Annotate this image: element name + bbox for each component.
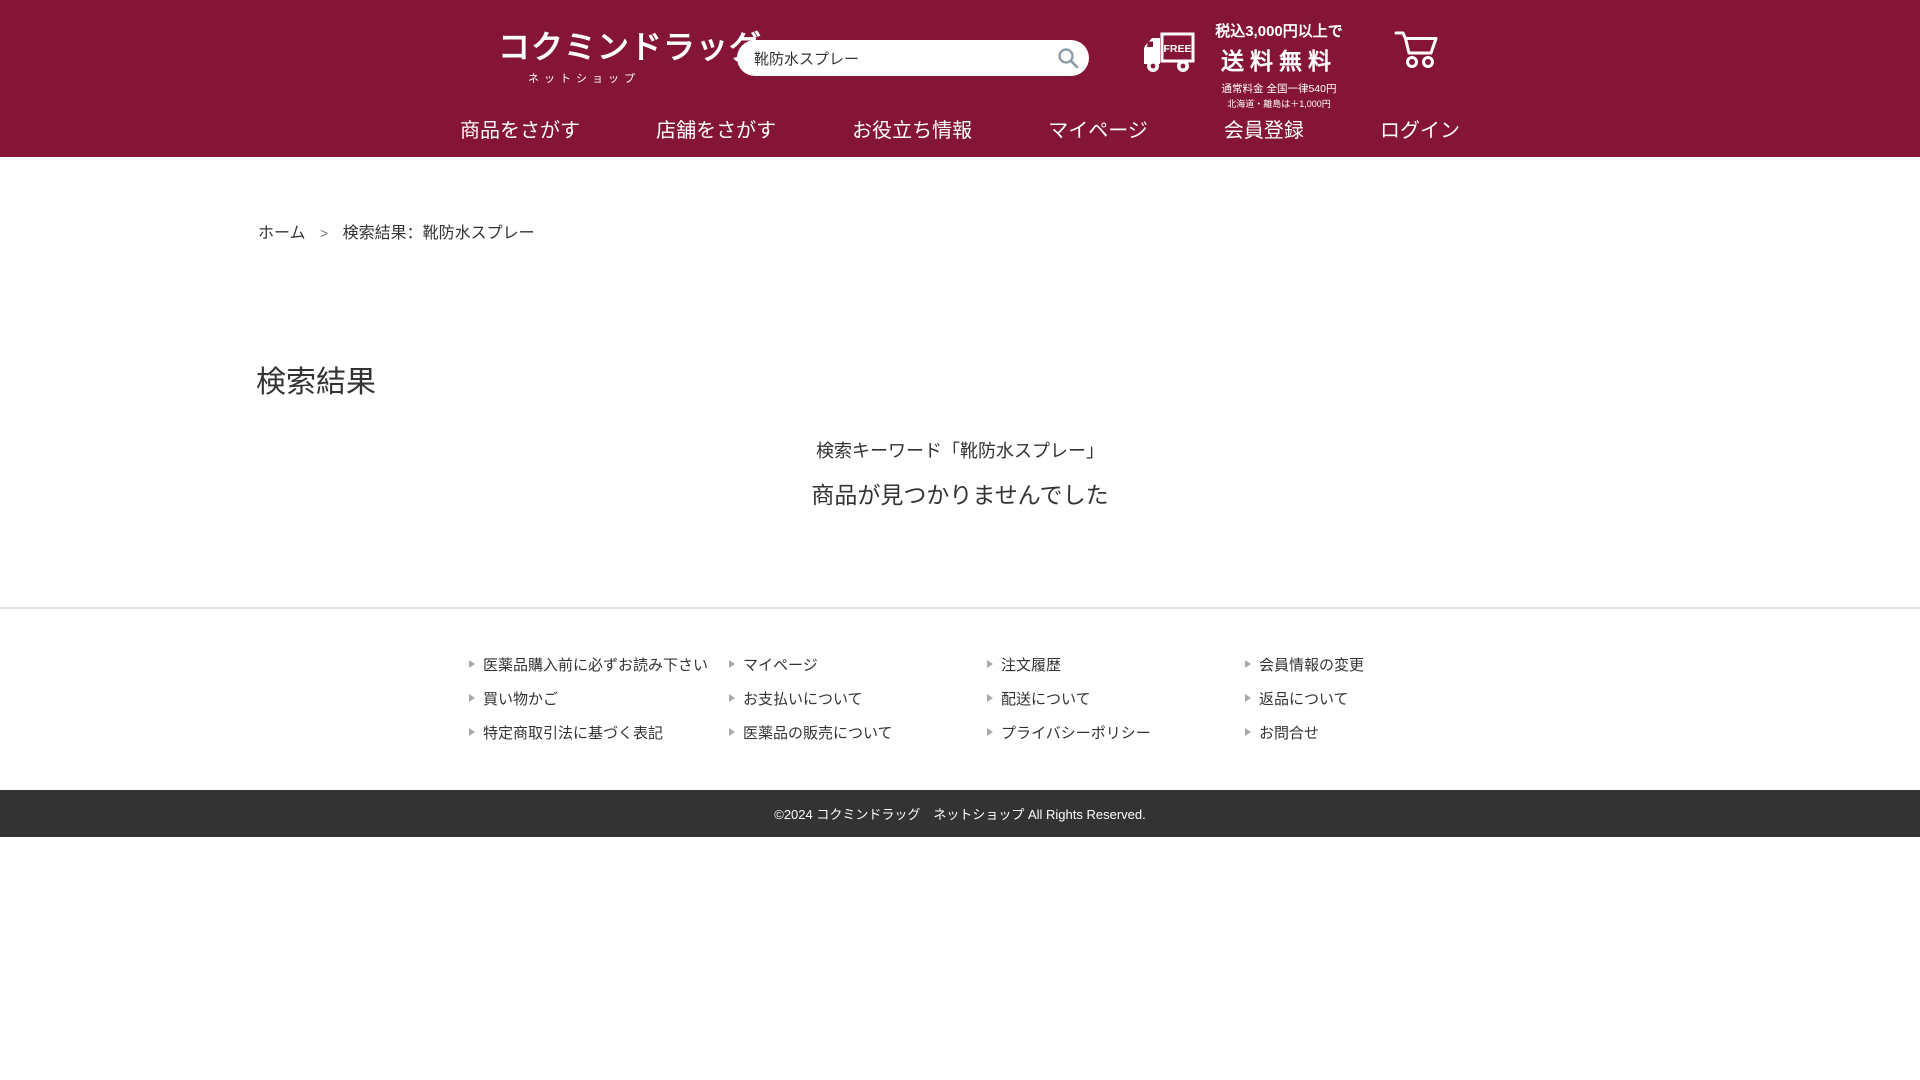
footer-link-delivery[interactable]: 配送について <box>987 688 1245 709</box>
breadcrumb-separator: > <box>320 225 328 241</box>
shipping-region-note: 北海道・離島は＋1,000円 <box>1204 97 1354 110</box>
cart-icon <box>1392 26 1440 72</box>
nav-item-login[interactable]: ログイン <box>1380 114 1460 143</box>
arrow-icon <box>987 660 993 668</box>
arrow-icon <box>729 728 735 736</box>
nav-item-products[interactable]: 商品をさがす <box>460 114 580 143</box>
search-icon <box>1056 46 1080 70</box>
arrow-icon <box>729 660 735 668</box>
logo-subtext: ネットショップ <box>498 70 670 86</box>
arrow-icon <box>1245 694 1251 702</box>
footer-link-label: 返品について <box>1259 688 1349 709</box>
shipping-promo: FREE 税込3,000円以上で 送料無料 通常料金 全国一律540円 北海道・… <box>1140 20 1354 110</box>
footer-link-label: マイページ <box>743 654 818 675</box>
footer-link-medicine-notice[interactable]: 医薬品購入前に必ずお読み下さい <box>469 654 729 675</box>
footer-link-mypage[interactable]: マイページ <box>729 654 987 675</box>
footer-link-shopping-cart[interactable]: 買い物かご <box>469 688 729 709</box>
nav-item-mypage[interactable]: マイページ <box>1048 114 1148 143</box>
shipping-fee-note: 通常料金 全国一律540円 <box>1204 81 1354 96</box>
arrow-icon <box>469 660 475 668</box>
arrow-icon <box>1245 660 1251 668</box>
nav-item-useful-info[interactable]: お役立ち情報 <box>852 114 972 143</box>
site-footer: 医薬品購入前に必ずお読み下さい マイページ 注文履歴 会員情報の変更 買い物かご… <box>0 607 1920 790</box>
breadcrumb-home-link[interactable]: ホーム <box>258 225 306 242</box>
footer-link-returns[interactable]: 返品について <box>1245 688 1485 709</box>
footer-link-label: 配送について <box>1001 688 1091 709</box>
site-logo[interactable]: コクミンドラッグ ネットショップ <box>498 22 670 86</box>
footer-link-label: 特定商取引法に基づく表記 <box>483 722 663 743</box>
footer-link-order-history[interactable]: 注文履歴 <box>987 654 1245 675</box>
footer-link-label: お問合せ <box>1259 722 1319 743</box>
search-keyword-text: 検索キーワード「靴防水スプレー」 <box>0 437 1920 463</box>
page-title: 検索結果 <box>256 357 376 401</box>
free-shipping-label: 送料無料 <box>1204 42 1354 76</box>
footer-links: 医薬品購入前に必ずお読み下さい マイページ 注文履歴 会員情報の変更 買い物かご… <box>469 647 1485 749</box>
main-nav: 商品をさがす 店舗をさがす お役立ち情報 マイページ 会員登録 ログイン <box>460 114 1460 143</box>
nav-item-stores[interactable]: 店舗をさがす <box>656 114 776 143</box>
footer-link-label: 会員情報の変更 <box>1259 654 1364 675</box>
footer-link-tokushoho[interactable]: 特定商取引法に基づく表記 <box>469 722 729 743</box>
footer-link-label: プライバシーポリシー <box>1001 722 1151 743</box>
footer-link-member-info-change[interactable]: 会員情報の変更 <box>1245 654 1485 675</box>
footer-link-privacy-policy[interactable]: プライバシーポリシー <box>987 722 1245 743</box>
footer-link-label: お支払いについて <box>743 688 863 709</box>
breadcrumb: ホーム > 検索結果：靴防水スプレー <box>258 219 535 243</box>
free-shipping-truck-icon: FREE <box>1140 26 1196 79</box>
nav-item-register[interactable]: 会員登録 <box>1224 114 1304 143</box>
site-header: コクミンドラッグ ネットショップ FREE <box>0 0 1920 157</box>
page: コクミンドラッグ ネットショップ FREE <box>0 0 1920 1080</box>
arrow-icon <box>987 694 993 702</box>
cart-button[interactable] <box>1392 26 1440 77</box>
logo-text: コクミンドラッグ <box>498 22 670 68</box>
arrow-icon <box>987 728 993 736</box>
arrow-icon <box>469 728 475 736</box>
shipping-threshold: 税込3,000円以上で <box>1204 20 1354 41</box>
breadcrumb-current: 検索結果：靴防水スプレー <box>343 225 535 242</box>
footer-link-medicine-sales[interactable]: 医薬品の販売について <box>729 722 987 743</box>
no-results-message: 商品が見つかりませんでした <box>0 476 1920 510</box>
search-bar <box>737 40 1089 76</box>
shipping-text: 税込3,000円以上で 送料無料 通常料金 全国一律540円 北海道・離島は＋1… <box>1204 20 1354 110</box>
search-button[interactable] <box>1055 46 1081 70</box>
arrow-icon <box>469 694 475 702</box>
copyright-text: ©2024 コクミンドラッグ ネットショップ All Rights Reserv… <box>774 804 1146 823</box>
footer-link-label: 医薬品購入前に必ずお読み下さい <box>483 654 708 675</box>
arrow-icon <box>1245 728 1251 736</box>
arrow-icon <box>729 694 735 702</box>
free-label: FREE <box>1163 43 1191 55</box>
footer-link-label: 買い物かご <box>483 688 558 709</box>
search-input[interactable] <box>737 40 1037 76</box>
footer-link-label: 医薬品の販売について <box>743 722 893 743</box>
footer-link-contact[interactable]: お問合せ <box>1245 722 1485 743</box>
footer-link-label: 注文履歴 <box>1001 654 1061 675</box>
footer-link-payment[interactable]: お支払いについて <box>729 688 987 709</box>
copyright-bar: ©2024 コクミンドラッグ ネットショップ All Rights Reserv… <box>0 790 1920 837</box>
